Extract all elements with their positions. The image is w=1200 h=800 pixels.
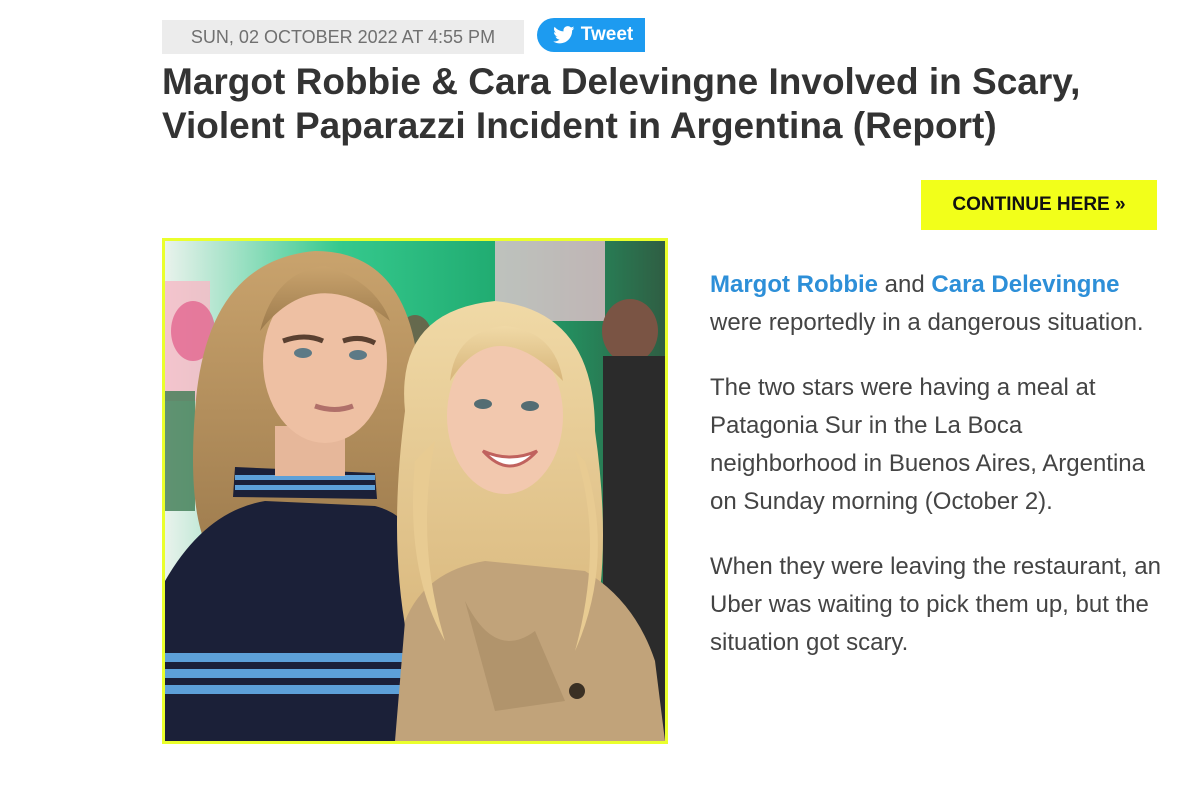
article-paragraph-3: When they were leaving the restaurant, a… xyxy=(710,553,1161,656)
tweet-label: Tweet xyxy=(580,24,634,45)
headline-line-1: Margot Robbie & Cara Delevingne Involved… xyxy=(162,61,1081,102)
twitter-bird-icon xyxy=(552,26,575,44)
margot-robbie-link[interactable]: Margot Robbie xyxy=(710,271,878,298)
article-paragraph-1: Margot Robbie and Cara Delevingne were r… xyxy=(710,266,1175,342)
cara-delevingne-link[interactable]: Cara Delevingne xyxy=(931,271,1119,298)
article-photo[interactable] xyxy=(162,238,668,744)
headline-line-2: Violent Paparazzi Incident in Argentina … xyxy=(162,105,997,146)
article-body: Margot Robbie and Cara Delevingne were r… xyxy=(710,266,1175,689)
page-title: Margot Robbie & Cara Delevingne Involved… xyxy=(162,60,1162,148)
and-text: and xyxy=(878,271,932,298)
photo-of-two-women-icon xyxy=(165,241,665,741)
date-badge: SUN, 02 OCTOBER 2022 AT 4:55 PM xyxy=(162,20,524,54)
article-page: SUN, 02 OCTOBER 2022 AT 4:55 PM Tweet Ma… xyxy=(0,0,1200,800)
tweet-button[interactable]: Tweet xyxy=(537,18,645,52)
continue-button[interactable]: CONTINUE HERE » xyxy=(921,180,1157,230)
paragraph-1-rest: were reportedly in a dangerous situation… xyxy=(710,309,1144,336)
article-paragraph-2: The two stars were having a meal at Pata… xyxy=(710,374,1145,515)
